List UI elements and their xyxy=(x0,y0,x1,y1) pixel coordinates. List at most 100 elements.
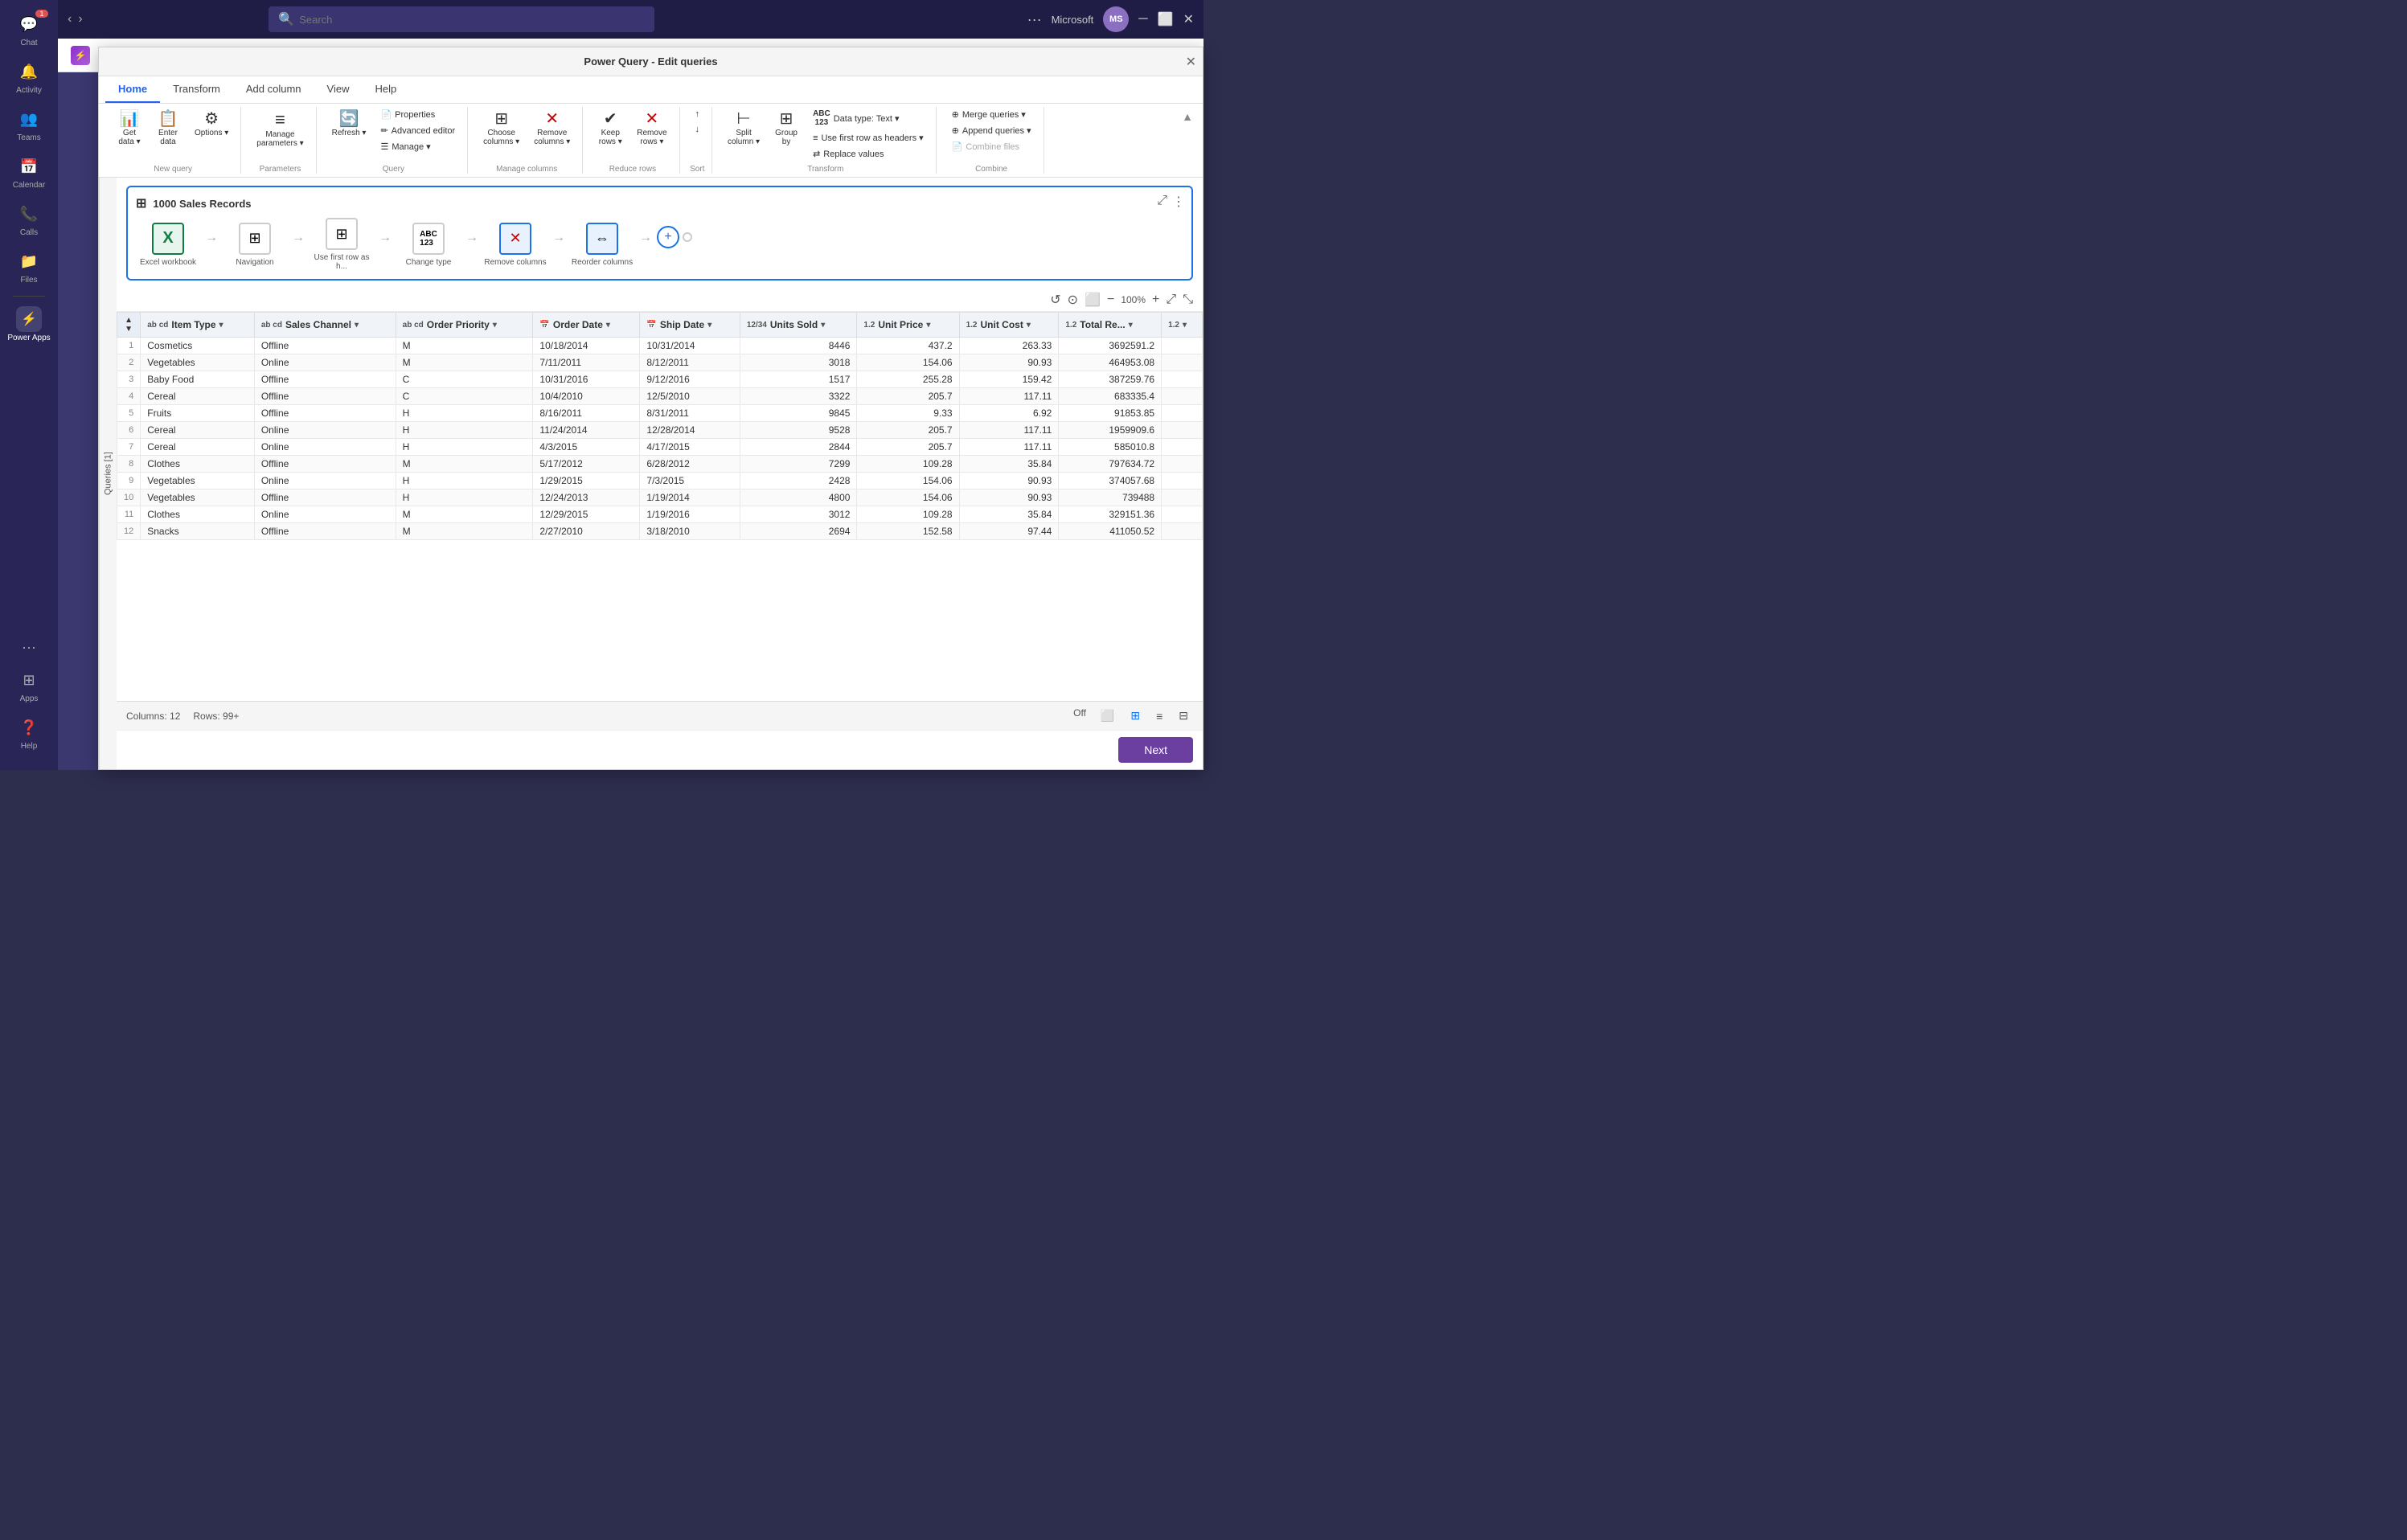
view-btn-4[interactable]: ⊟ xyxy=(1174,707,1193,724)
sidebar-item-activity[interactable]: 🔔 Activity xyxy=(2,54,56,100)
units-sold-filter[interactable]: ▾ xyxy=(821,321,825,330)
choose-columns-button[interactable]: ⊞ Choosecolumns ▾ xyxy=(478,107,525,150)
view-btn-1[interactable]: ⬜ xyxy=(1096,707,1119,724)
enter-data-button[interactable]: 📋 Enterdata xyxy=(150,107,186,150)
pq-close-button[interactable]: ✕ xyxy=(1186,54,1196,70)
expand-button[interactable]: ⤢ xyxy=(1166,293,1176,307)
view-btn-3[interactable]: ≡ xyxy=(1151,707,1167,724)
sidebar-item-calls[interactable]: 📞 Calls xyxy=(2,196,56,242)
view-btn-2[interactable]: ⊞ xyxy=(1126,707,1145,724)
close-window-button[interactable]: ✕ xyxy=(1183,11,1194,27)
advanced-editor-button[interactable]: ✏ Advanced editor xyxy=(375,123,461,138)
minimize-button[interactable]: ─ xyxy=(1138,12,1147,27)
cell-order-date: 5/17/2012 xyxy=(533,456,640,473)
get-data-button[interactable]: 📊 Getdata ▾ xyxy=(112,107,147,150)
col-header-col10[interactable]: 1.2 ▾ xyxy=(1162,313,1203,338)
fit-button[interactable]: ⊙ xyxy=(1068,292,1078,308)
row-expand-up[interactable]: ▲ xyxy=(125,316,133,325)
remove-columns-button[interactable]: ✕ Removecolumns ▾ xyxy=(528,107,576,150)
keep-rows-button[interactable]: ✔ Keeprows ▾ xyxy=(593,107,628,150)
col-header-order-date[interactable]: 📅 Order Date ▾ xyxy=(533,313,640,338)
flow-more-button[interactable]: ⋮ xyxy=(1172,194,1185,210)
forward-button[interactable]: › xyxy=(78,12,82,27)
col-header-unit-price[interactable]: 1.2 Unit Price ▾ xyxy=(857,313,959,338)
unit-price-filter[interactable]: ▾ xyxy=(926,321,930,330)
back-button[interactable]: ‹ xyxy=(68,12,72,27)
order-date-filter[interactable]: ▾ xyxy=(606,321,610,330)
sort-asc-button[interactable]: ↑ xyxy=(690,107,706,121)
col-header-item-type[interactable]: ab cd Item Type ▾ xyxy=(141,313,255,338)
flow-step-removecolumns[interactable]: ✕ Remove columns xyxy=(483,223,547,267)
collapse-ribbon-button[interactable]: ▲ xyxy=(1179,107,1196,126)
sidebar-item-files[interactable]: 📁 Files xyxy=(2,244,56,289)
query-main: ⊞ 1000 Sales Records X Excel workbook → … xyxy=(117,178,1203,769)
undo-button[interactable]: ↺ xyxy=(1050,292,1060,308)
col-header-units-sold[interactable]: 12/34 Units Sold ▾ xyxy=(740,313,857,338)
flow-step-changetype[interactable]: ABC123 Change type xyxy=(396,223,461,267)
item-type-filter[interactable]: ▾ xyxy=(219,321,223,330)
sidebar-item-chat[interactable]: 💬 1 Chat xyxy=(2,6,56,52)
sidebar-item-powerapps[interactable]: ⚡ Power Apps xyxy=(2,301,56,348)
zoom-in-button[interactable]: + xyxy=(1152,293,1159,307)
sidebar-item-teams[interactable]: 👥 Teams xyxy=(2,101,56,147)
more-options[interactable]: ··· xyxy=(2,633,56,662)
user-avatar[interactable]: MS xyxy=(1103,6,1129,32)
search-bar[interactable]: 🔍 xyxy=(269,6,654,32)
append-queries-button[interactable]: ⊕ Append queries ▾ xyxy=(946,123,1037,138)
tab-add-column[interactable]: Add column xyxy=(233,76,314,103)
col-header-order-priority[interactable]: ab cd Order Priority ▾ xyxy=(396,313,533,338)
sidebar-item-calendar[interactable]: 📅 Calendar xyxy=(2,149,56,195)
flow-step-reordercolumns[interactable]: ⇔ Reorder columns xyxy=(570,223,634,267)
replace-values-button[interactable]: ⇄ Replace values xyxy=(807,146,929,162)
ship-date-filter[interactable]: ▾ xyxy=(707,321,711,330)
cell-item-type: Cereal xyxy=(141,422,255,439)
manage-parameters-button[interactable]: ≡ Manageparameters ▾ xyxy=(251,107,309,152)
refresh-button[interactable]: 🔄 Refresh ▾ xyxy=(326,107,372,141)
queries-panel[interactable]: Queries [1] xyxy=(99,178,117,769)
col-header-unit-cost[interactable]: 1.2 Unit Cost ▾ xyxy=(959,313,1059,338)
group-by-button[interactable]: ⊞ Groupby xyxy=(769,107,804,150)
remove-rows-button[interactable]: ✕ Removerows ▾ xyxy=(631,107,672,150)
data-table-container[interactable]: ▲ ▼ ab cd Item Type ▾ xyxy=(117,312,1203,701)
sidebar-item-help[interactable]: ❓ Help xyxy=(2,710,56,756)
row-expand-down[interactable]: ▼ xyxy=(125,325,133,334)
merge-queries-button[interactable]: ⊕ Merge queries ▾ xyxy=(946,107,1037,122)
help-label: Help xyxy=(21,742,38,751)
tab-help[interactable]: Help xyxy=(362,76,409,103)
add-step-button[interactable]: + xyxy=(657,226,679,248)
combine-files-button[interactable]: 📄 Combine files xyxy=(946,139,1037,154)
maximize-button[interactable]: ⬜ xyxy=(1158,11,1174,27)
flow-expand-button[interactable]: ⤢ xyxy=(1157,194,1167,208)
total-revenue-filter[interactable]: ▾ xyxy=(1129,321,1133,330)
options-button[interactable]: ⚙ Options ▾ xyxy=(189,107,234,141)
flow-step-firstrow[interactable]: ⊞ Use first row as h... xyxy=(310,218,374,271)
zoom-out-button[interactable]: − xyxy=(1107,293,1114,307)
fit-window-button[interactable]: ⬜ xyxy=(1085,292,1101,308)
unit-cost-filter[interactable]: ▾ xyxy=(1027,321,1031,330)
data-type-button[interactable]: ABC123 Data type: Text ▾ xyxy=(807,107,929,129)
sales-channel-filter[interactable]: ▾ xyxy=(355,321,359,330)
tab-transform[interactable]: Transform xyxy=(160,76,233,103)
order-priority-filter[interactable]: ▾ xyxy=(493,321,497,330)
tab-home[interactable]: Home xyxy=(105,76,160,103)
sort-desc-button[interactable]: ↓ xyxy=(690,122,706,137)
next-button[interactable]: Next xyxy=(1118,737,1193,763)
col-header-sales-channel[interactable]: ab cd Sales Channel ▾ xyxy=(254,313,396,338)
collapse-button[interactable]: ⤡ xyxy=(1183,293,1193,307)
search-input[interactable] xyxy=(299,14,645,26)
col-header-total-revenue[interactable]: 1.2 Total Re... ▾ xyxy=(1059,313,1162,338)
first-row-headers-button[interactable]: ≡ Use first row as headers ▾ xyxy=(807,130,929,145)
col10-filter[interactable]: ▾ xyxy=(1183,321,1187,330)
col-header-ship-date[interactable]: 📅 Ship Date ▾ xyxy=(640,313,740,338)
tab-view[interactable]: View xyxy=(314,76,363,103)
cell-units-sold: 2428 xyxy=(740,473,857,489)
flow-step-excel[interactable]: X Excel workbook xyxy=(136,223,200,267)
manage-button[interactable]: ☰ Manage ▾ xyxy=(375,139,461,154)
pq-title: Power Query - Edit queries xyxy=(584,55,717,68)
split-column-button[interactable]: ⊢ Splitcolumn ▾ xyxy=(722,107,765,150)
properties-button[interactable]: 📄 Properties xyxy=(375,107,461,122)
search-icon: 🔍 xyxy=(278,11,294,27)
flow-step-navigation[interactable]: ⊞ Navigation xyxy=(223,223,287,267)
more-options-icon[interactable]: ··· xyxy=(1027,11,1042,28)
sidebar-item-apps[interactable]: ⊞ Apps xyxy=(2,662,56,708)
